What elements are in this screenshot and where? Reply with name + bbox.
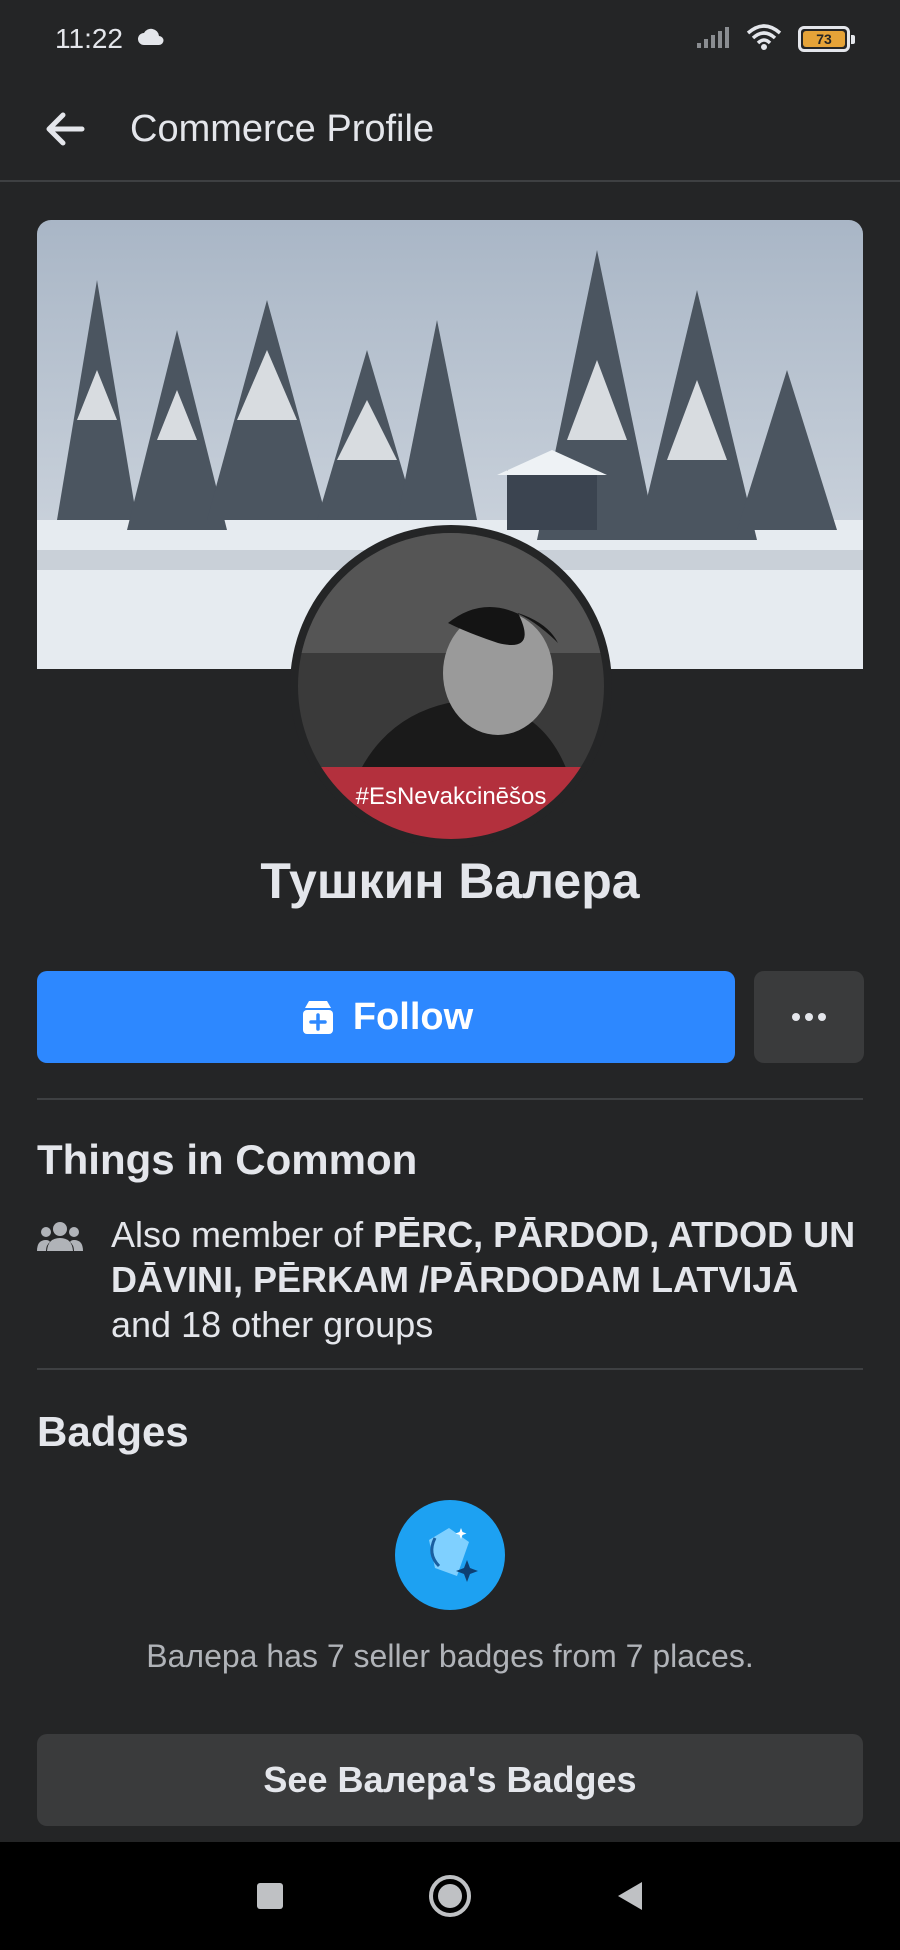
divider <box>37 1368 863 1370</box>
badges-title: Badges <box>37 1408 189 1455</box>
screen: 11:22 73 Commerce Profile #EsNevakcinēšo… <box>0 0 900 1950</box>
arrow-left-icon <box>46 112 85 146</box>
wifi-icon <box>746 23 782 56</box>
seller-badge-icon <box>395 1500 505 1610</box>
divider <box>37 1098 863 1100</box>
clock: 11:22 <box>55 23 123 54</box>
more-dots-icon <box>792 1013 826 1021</box>
follow-label: Follow <box>352 995 474 1038</box>
signal-icon <box>696 25 730 54</box>
back-icon <box>618 1882 642 1910</box>
status-left: 11:22 <box>55 23 165 55</box>
system-nav-bar <box>0 1842 900 1950</box>
things-in-common-title: Things in Common <box>37 1136 418 1183</box>
follow-icon <box>302 1001 333 1034</box>
home-button[interactable] <box>420 1866 480 1926</box>
back-button[interactable] <box>0 77 130 181</box>
avatar[interactable]: #EsNevakcinēšos <box>290 525 612 847</box>
things-in-common-item: Also member of PĒRC, PĀRDOD, ATDOD UN DĀ… <box>37 1212 863 1347</box>
avatar-photo: #EsNevakcinēšos <box>298 533 604 839</box>
recents-button[interactable] <box>240 1866 300 1926</box>
more-button[interactable] <box>754 971 864 1063</box>
badges-description: Валера has 7 seller badges from 7 places… <box>146 1638 754 1674</box>
see-badges-label: See Валера's Badges <box>263 1759 637 1800</box>
nav-back-button[interactable] <box>600 1866 660 1926</box>
membership-suffix: and 18 other groups <box>111 1304 434 1345</box>
status-right: 73 <box>696 23 855 56</box>
cloud-icon <box>137 28 165 51</box>
things-in-common-text: Also member of PĒRC, PĀRDOD, ATDOD UN DĀ… <box>111 1212 863 1347</box>
avatar-frame-text: #EsNevakcinēšos <box>298 767 604 839</box>
battery-icon: 73 <box>798 26 855 52</box>
follow-button[interactable]: Follow <box>37 971 735 1063</box>
recents-icon <box>257 1883 283 1909</box>
membership-prefix: Also member of <box>111 1214 374 1255</box>
profile-name: Тушкин Валера <box>260 853 640 909</box>
groups-icon <box>37 1212 111 1347</box>
battery-level: 73 <box>803 31 845 47</box>
page-title: Commerce Profile <box>130 107 435 150</box>
see-badges-button[interactable]: See Валера's Badges <box>37 1734 863 1826</box>
home-icon <box>429 1875 471 1917</box>
app-header: Commerce Profile <box>0 78 900 182</box>
status-bar: 11:22 73 <box>0 0 900 78</box>
